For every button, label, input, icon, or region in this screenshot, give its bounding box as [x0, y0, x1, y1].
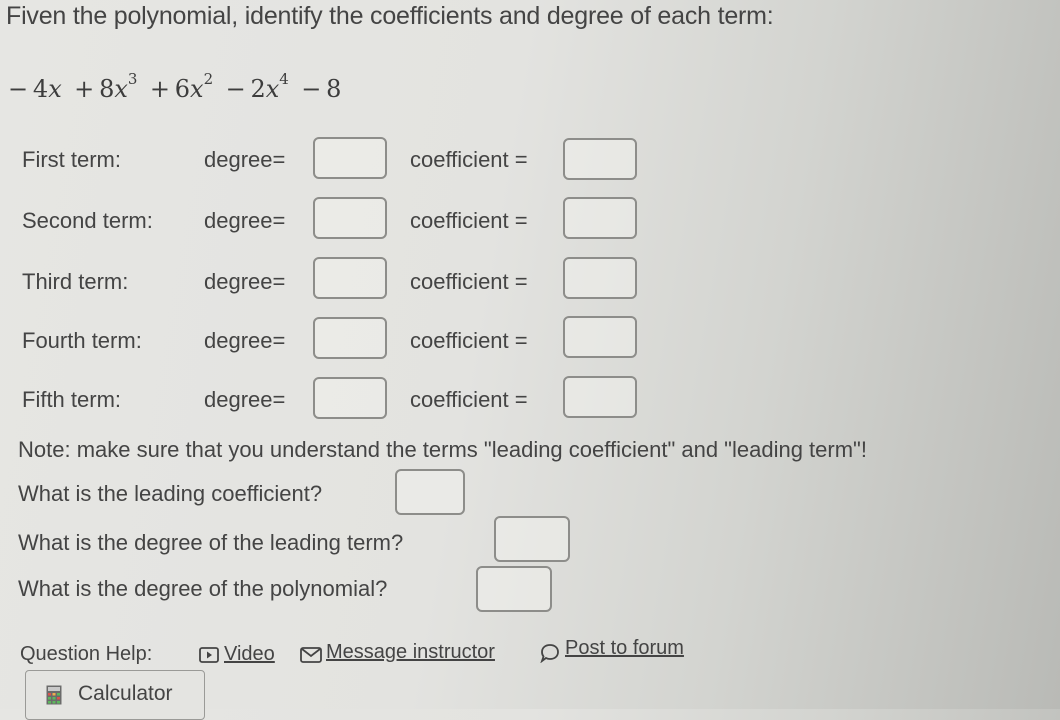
term-label: Second term: — [22, 208, 153, 233]
coefficient-input[interactable] — [563, 197, 637, 239]
term-2: + 8x3 — [74, 70, 138, 103]
term-label: First term: — [22, 147, 121, 172]
degree-label: degree= — [204, 269, 286, 294]
coefficient-label: coefficient = — [410, 147, 528, 172]
question-help-label: Question Help: — [20, 643, 153, 665]
post-to-forum-link[interactable]: Post to forum — [565, 637, 684, 660]
coefficient-input[interactable] — [563, 376, 637, 418]
degree-input[interactable] — [313, 197, 387, 239]
degree-input[interactable] — [313, 377, 387, 419]
degree-label: degree= — [204, 387, 286, 412]
question-leading-coefficient: What is the leading coefficient? — [18, 481, 323, 506]
coefficient-input[interactable] — [563, 138, 637, 180]
degree-input[interactable] — [313, 137, 387, 179]
coefficient-input[interactable] — [563, 257, 637, 299]
question-degree-leading-term: What is the degree of the leading term? — [18, 530, 404, 555]
coefficient-label: coefficient = — [410, 208, 528, 233]
degree-input[interactable] — [313, 317, 387, 359]
calculator-label: Calculator — [78, 682, 173, 705]
term-label: Fifth term: — [22, 387, 122, 412]
coefficient-input[interactable] — [563, 316, 637, 358]
degree-label: degree= — [204, 208, 286, 233]
polynomial-expression: − 4x + 8x3 + 6x2 − 2x4 − 8 — [8, 70, 342, 103]
degree-label: degree= — [204, 328, 286, 353]
calculator-icon — [46, 685, 62, 710]
term-label: Fourth term: — [22, 328, 142, 353]
term-5: − 8 — [301, 75, 342, 103]
message-instructor-link[interactable]: Message instructor — [326, 641, 495, 664]
video-link[interactable]: Video — [224, 643, 275, 666]
degree-polynomial-input[interactable] — [476, 566, 552, 612]
leading-coefficient-input[interactable] — [395, 469, 465, 515]
question-prompt: Fiven the polynomial, identify the coeff… — [6, 2, 774, 30]
degree-label: degree= — [204, 147, 286, 172]
coefficient-label: coefficient = — [410, 387, 528, 412]
coefficient-label: coefficient = — [410, 328, 528, 353]
video-icon[interactable] — [199, 647, 219, 668]
mail-icon[interactable] — [300, 647, 322, 668]
term-1: − 4x — [8, 75, 62, 103]
degree-input[interactable] — [313, 257, 387, 299]
coefficient-label: coefficient = — [410, 269, 528, 294]
term-3: + 6x2 — [149, 70, 214, 103]
speech-bubble-icon[interactable] — [540, 643, 560, 668]
question-degree-polynomial: What is the degree of the polynomial? — [18, 576, 388, 601]
term-4: − 2x4 — [225, 70, 289, 103]
degree-leading-term-input[interactable] — [494, 516, 570, 562]
note-text: Note: make sure that you understand the … — [18, 437, 867, 462]
term-label: Third term: — [22, 269, 129, 294]
calculator-button[interactable]: Calculator — [25, 670, 205, 720]
